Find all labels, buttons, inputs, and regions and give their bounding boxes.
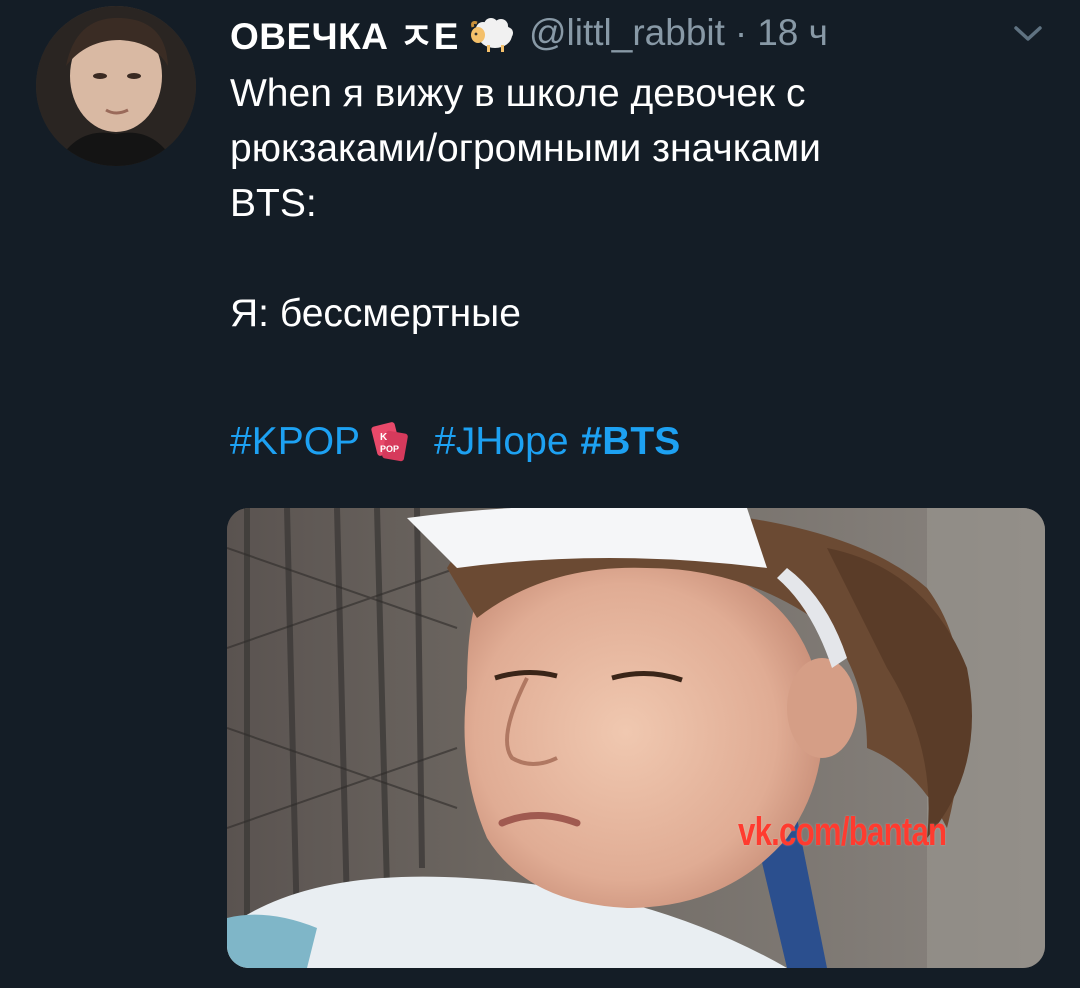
tweet-text-line: Я: бессмертные	[230, 292, 521, 335]
chevron-down-icon[interactable]	[1010, 18, 1046, 48]
tweet-media-image[interactable]	[227, 508, 1045, 968]
hashtag-kpop[interactable]: #KPOP	[230, 420, 360, 464]
hashtag-jhope[interactable]: #JHope	[434, 420, 568, 464]
tweet-text-line	[230, 231, 1030, 286]
handle[interactable]: @littl_rabbit	[529, 12, 725, 54]
display-name[interactable]: ОВЕЧКА ㅈE	[230, 6, 459, 60]
timestamp[interactable]: 18 ч	[757, 12, 828, 54]
hashtags: #KPOP K POP #JHope #BTS	[230, 414, 680, 469]
tweet-text-line: BTS:	[230, 182, 317, 225]
svg-text:K: K	[380, 432, 388, 443]
tweet-header: ОВЕЧКА ㅈE @littl_rabbit · 18 ч	[230, 8, 828, 58]
tweet: ОВЕЧКА ㅈE @littl_rabbit · 18 ч When я ви…	[0, 0, 1080, 988]
separator-dot: ·	[734, 12, 748, 53]
sheep-emoji-icon	[469, 13, 515, 53]
avatar[interactable]	[36, 6, 196, 166]
svg-text:POP: POP	[380, 444, 399, 454]
kpop-badge-icon: K POP	[368, 420, 412, 464]
tweet-text-line: рюкзаками/огромными значками	[230, 127, 821, 170]
tweet-text-line: When я вижу в школе девочек с	[230, 72, 806, 115]
watermark-text: vk.com/bantan	[738, 810, 947, 854]
hashtag-bts[interactable]: #BTS	[581, 420, 681, 464]
tweet-text: When я вижу в школе девочек с рюкзаками/…	[230, 66, 1030, 341]
